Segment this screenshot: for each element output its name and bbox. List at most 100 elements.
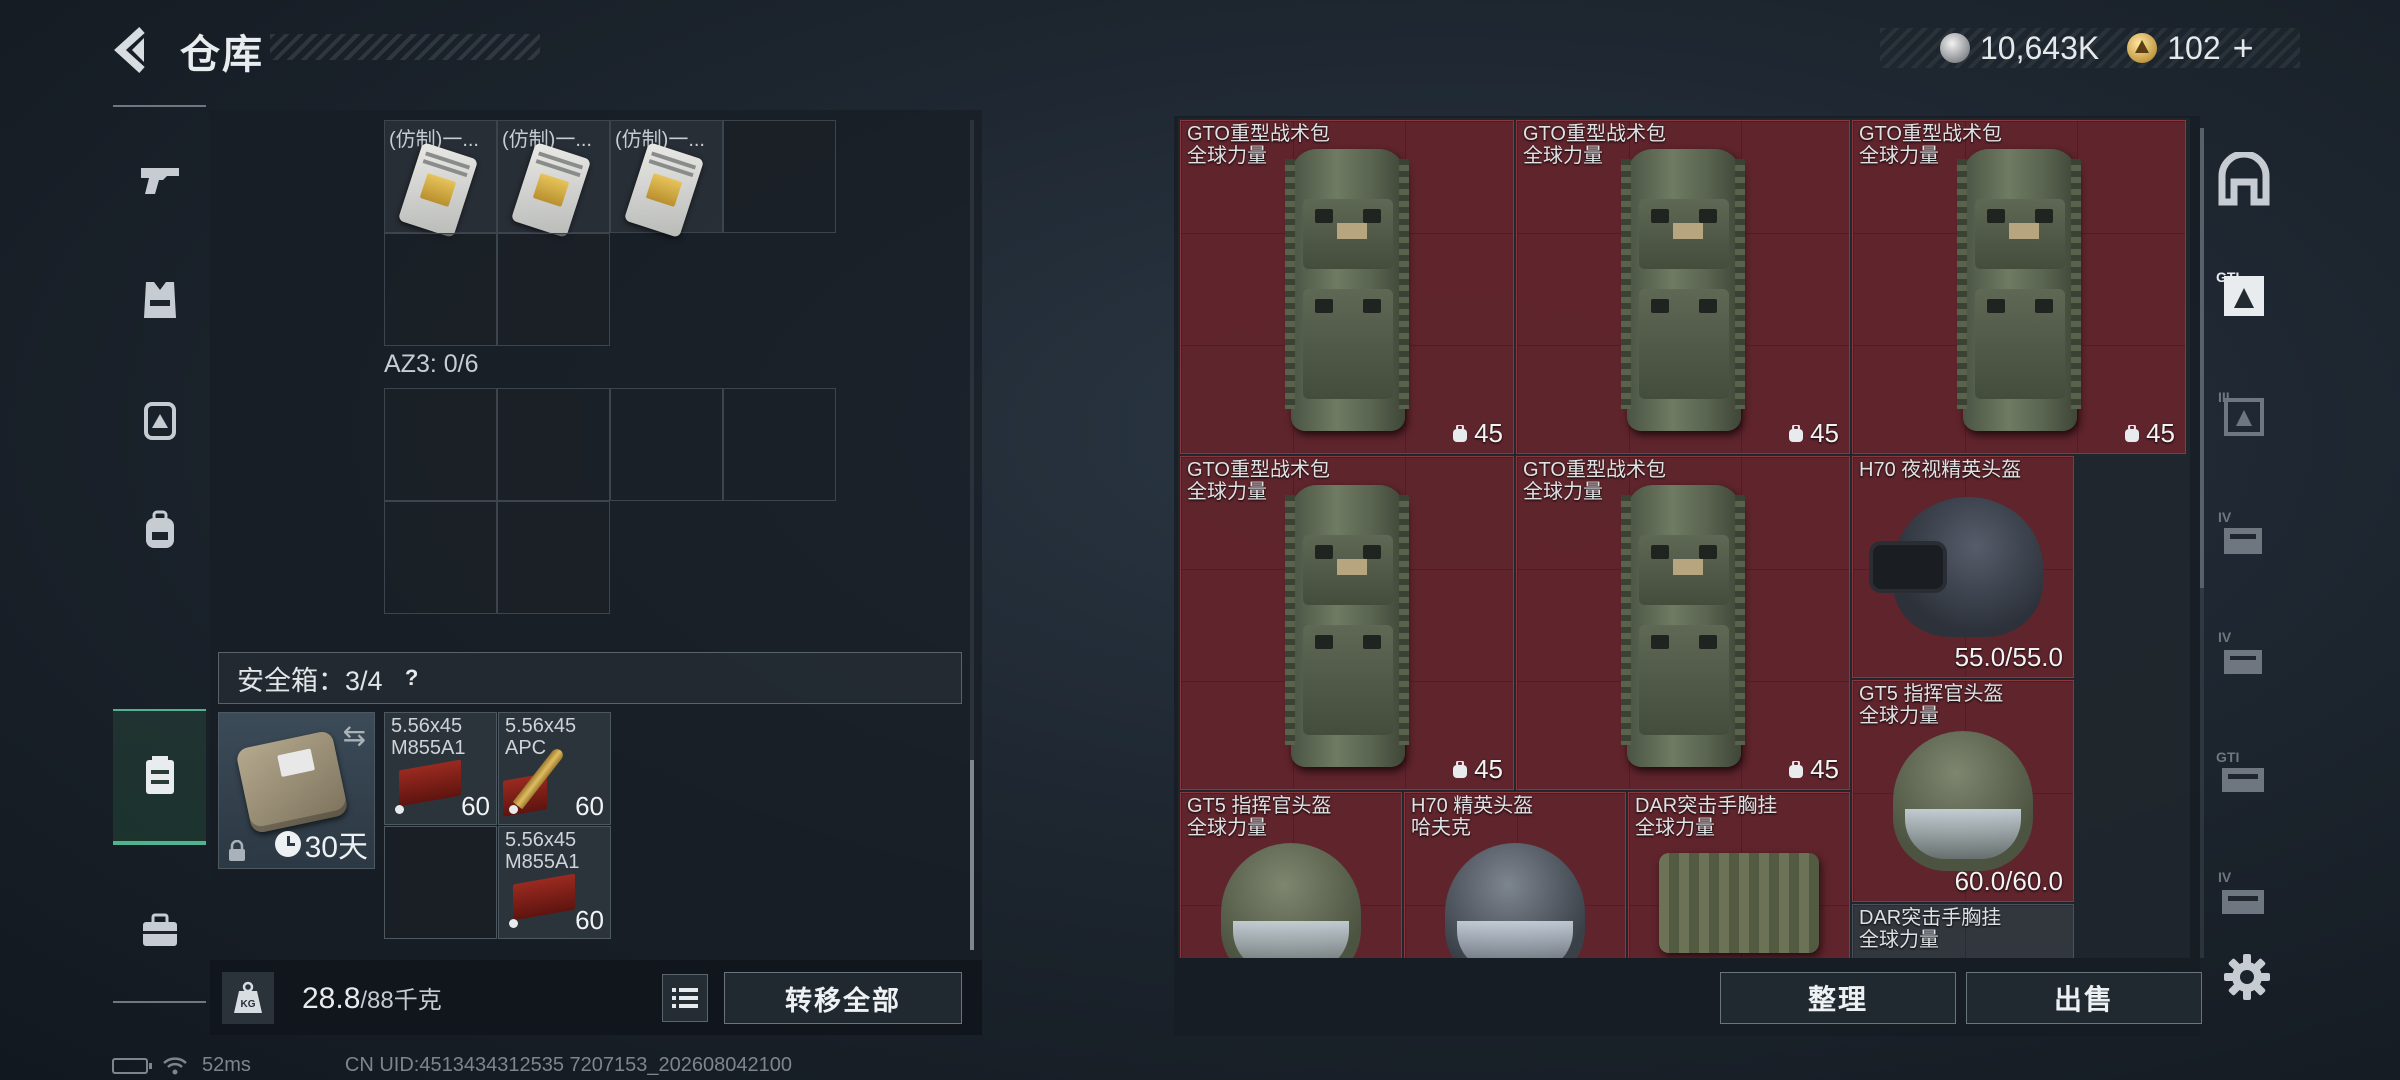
- transfer-all-button[interactable]: 转移全部: [724, 972, 962, 1024]
- backpack-item-icon: [1281, 475, 1415, 775]
- ammo-name: 5.56x45 APC: [505, 715, 577, 759]
- sell-button[interactable]: 出售: [1966, 972, 2202, 1024]
- empty-slot[interactable]: [610, 388, 723, 501]
- weight-readout: 28.8/88千克: [302, 980, 442, 1016]
- inventory-item-vest[interactable]: DAR突击手胸挂 全球力量: [1852, 904, 2074, 958]
- item-value-text: 45: [2146, 418, 2175, 448]
- backpack-icon: [145, 510, 174, 548]
- tier-filter-iv[interactable]: IV: [2214, 626, 2274, 686]
- category-armor[interactable]: [113, 255, 206, 345]
- weight-current: 28.8: [302, 982, 361, 1015]
- empty-slot[interactable]: [497, 388, 610, 501]
- rig-icon: [143, 402, 176, 440]
- swap-icon[interactable]: ⇆: [343, 719, 366, 752]
- inventory-item-vest[interactable]: DAR突击手胸挂 全球力量: [1628, 792, 1850, 958]
- capacity-icon: [1453, 424, 1468, 442]
- tier-filter-iii[interactable]: III: [2214, 386, 2274, 446]
- tier-filter-iv[interactable]: IV: [2214, 506, 2274, 566]
- list-view-button[interactable]: [662, 974, 708, 1022]
- backpack-item-icon: [1617, 139, 1751, 439]
- back-button[interactable]: [110, 24, 158, 76]
- ammo-name: 5.56x45 M855A1: [505, 829, 580, 873]
- item-value: 45: [1452, 418, 1503, 449]
- category-chest-rig[interactable]: [113, 375, 206, 465]
- tier-filter-gti[interactable]: GTI: [2214, 746, 2274, 806]
- settings-gear-icon[interactable]: [2222, 952, 2272, 1002]
- empty-slot[interactable]: [723, 120, 836, 233]
- item-value-text: 55.0/55.0: [1954, 642, 2063, 672]
- safebox-header: 安全箱：3/4 ?: [218, 652, 962, 704]
- sort-button[interactable]: 整理: [1720, 972, 1956, 1024]
- storage-slot[interactable]: (仿制)一...: [610, 120, 723, 238]
- item-value-text: 45: [1810, 754, 1839, 784]
- svg-text:IV: IV: [2218, 509, 2232, 525]
- ammo-slot[interactable]: 5.56x45 APC 60: [498, 712, 611, 825]
- keycard-item-icon: [397, 142, 479, 238]
- inventory-item-helmet-dark[interactable]: H70 精英头盔 哈夫克: [1404, 792, 1626, 958]
- rail-divider: [113, 105, 206, 107]
- empty-slot[interactable]: [497, 233, 610, 346]
- vest-icon: [143, 282, 176, 318]
- item-name: GTO重型战术包 全球力量: [1187, 123, 1330, 167]
- inventory-item-nvg-helmet[interactable]: H70 夜视精英头盔 55.0/55.0: [1852, 456, 2074, 678]
- keycard-item-icon: [623, 142, 705, 238]
- tier-filter-iv[interactable]: IV: [2214, 866, 2274, 926]
- category-container[interactable]: [113, 709, 206, 845]
- safebox-days-label: 30天: [304, 831, 368, 864]
- inventory-item-helmet[interactable]: GT5 指挥官头盔 全球力量: [1180, 792, 1402, 958]
- item-value-text: 60.0/60.0: [1954, 866, 2063, 896]
- item-value-text: 45: [1474, 754, 1503, 784]
- empty-slot[interactable]: [384, 388, 497, 501]
- item-value: 55.0/55.0: [1955, 642, 2063, 673]
- ammo-grade-dot: [509, 919, 518, 928]
- add-currency-button[interactable]: +: [2233, 27, 2254, 69]
- wifi-icon: [163, 1056, 187, 1074]
- storage-slot[interactable]: (仿制)一...: [497, 120, 610, 238]
- safebox-capacity: 安全箱：3/4: [237, 665, 383, 696]
- inventory-item-backpack[interactable]: GTO重型战术包 全球力量 45: [1180, 456, 1514, 790]
- item-value: 45: [2124, 418, 2175, 449]
- silver-coin-icon: [1940, 33, 1970, 63]
- category-weapons[interactable]: [113, 135, 206, 225]
- empty-slot[interactable]: [723, 388, 836, 501]
- empty-slot[interactable]: [497, 501, 610, 614]
- currency-bar: 10,643K 102 +: [1880, 27, 2300, 69]
- inventory-item-backpack[interactable]: GTO重型战术包 全球力量 45: [1852, 120, 2186, 454]
- title-stripe-decoration: [270, 34, 540, 60]
- safehouse-icon[interactable]: [2214, 152, 2274, 212]
- safebox-container[interactable]: ⇆ 30天: [218, 712, 375, 869]
- inventory-item-backpack[interactable]: GTO重型战术包 全球力量 45: [1516, 120, 1850, 454]
- ammo-slot[interactable]: 5.56x45 M855A1 60: [384, 712, 497, 825]
- item-name: GTO重型战术包 全球力量: [1859, 123, 2002, 167]
- back-arrow-icon: [114, 27, 145, 73]
- category-toolbox[interactable]: [113, 885, 206, 975]
- item-value: 60.0/60.0: [1955, 866, 2063, 897]
- storage-slot[interactable]: (仿制)一...: [384, 120, 497, 238]
- az3-capacity-label: AZ3: 0/6: [384, 350, 479, 378]
- inventory-item-helmet[interactable]: GT5 指挥官头盔 全球力量 60.0/60.0: [1852, 680, 2074, 902]
- empty-slot[interactable]: [384, 233, 497, 346]
- empty-slot[interactable]: [384, 501, 497, 614]
- tier4-icon: IV: [2218, 629, 2262, 674]
- tier-filter-gti[interactable]: GTI: [2214, 266, 2274, 326]
- weight-icon: KG: [222, 972, 274, 1024]
- inventory-grid: GTO重型战术包 全球力量 45 GTO重型战术包 全球力量 45 GTO重型战术包 全…: [1178, 118, 2190, 958]
- category-backpack[interactable]: [113, 485, 206, 575]
- help-icon[interactable]: ?: [397, 663, 427, 693]
- gold-amount: 102: [2167, 29, 2221, 66]
- inventory-item-backpack[interactable]: GTO重型战术包 全球力量 45: [1516, 456, 1850, 790]
- capacity-icon: [1789, 760, 1804, 778]
- tier-rail-scroll-thumb[interactable]: [2200, 128, 2204, 588]
- gti-tier-icon: GTI: [2216, 749, 2264, 792]
- ammo-slot[interactable]: 5.56x45 M855A1 60: [498, 826, 611, 939]
- ammo-count: 60: [575, 905, 604, 935]
- item-name: GTO重型战术包 全球力量: [1187, 459, 1330, 503]
- weight-max: /88千克: [360, 987, 442, 1014]
- inventory-item-backpack[interactable]: GTO重型战术包 全球力量 45: [1180, 120, 1514, 454]
- item-name: H70 夜视精英头盔: [1859, 459, 2022, 481]
- page-title: 仓库: [180, 33, 264, 77]
- item-value: 45: [1452, 754, 1503, 785]
- tier-rail-scroll-track[interactable]: [2200, 588, 2204, 958]
- empty-slot[interactable]: [384, 826, 497, 939]
- storage-scrollbar-thumb[interactable]: [970, 760, 974, 950]
